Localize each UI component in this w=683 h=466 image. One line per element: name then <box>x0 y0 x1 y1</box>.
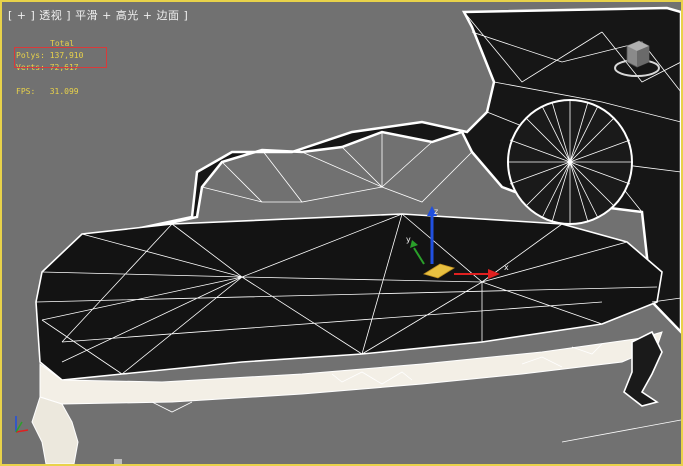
floor-line <box>561 419 681 443</box>
bolster-wire <box>508 100 632 224</box>
axis-y-label: y <box>406 235 411 244</box>
axis-x-label: x <box>504 263 509 272</box>
viewport-label-menu[interactable]: [ + ] 透视 ] 平滑 + 高光 + 边面 ] <box>8 7 188 23</box>
axis-z-label: z <box>434 207 438 216</box>
stats-fps: FPS: 31.099 <box>16 87 79 96</box>
viewport-resize-handle[interactable] <box>114 459 122 464</box>
chaise-lounge-wireframe-scene[interactable]: x y z <box>2 2 681 464</box>
polys-highlight-box <box>14 47 107 68</box>
front-left-leg-mesh <box>31 396 79 464</box>
axis-tripod-icon <box>15 416 29 433</box>
viewcube-icon[interactable] <box>613 38 661 78</box>
perspective-viewport[interactable]: x y z [ + ] 透视 ] 平滑 + 高光 + 边面 ] Total Po… <box>0 0 683 466</box>
